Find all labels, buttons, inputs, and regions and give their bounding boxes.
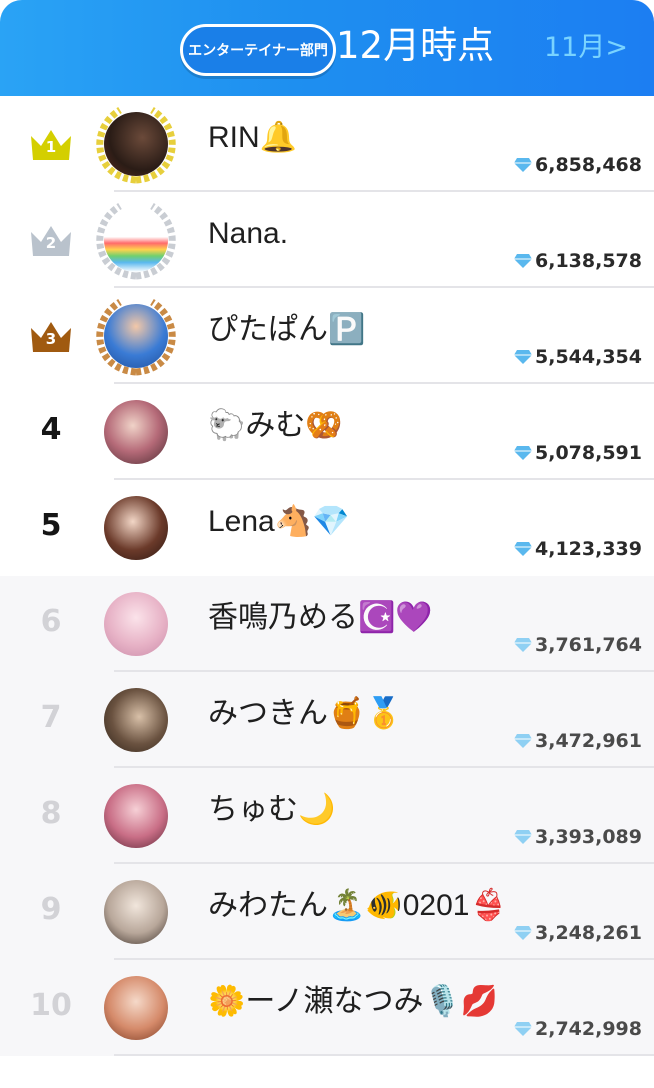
gold-crown-icon: 1 [28, 124, 74, 164]
avatar[interactable] [104, 688, 168, 752]
streamer-name: ちゅむ🌙 [208, 793, 336, 826]
avatar[interactable] [104, 400, 168, 464]
avatar[interactable] [104, 784, 168, 848]
score: 6,138,578 [513, 248, 642, 274]
diamond-icon [514, 158, 533, 172]
score-value: 4,123,339 [535, 538, 642, 560]
diamond-icon [514, 446, 533, 460]
avatar[interactable] [104, 208, 168, 272]
score: 4,123,339 [513, 536, 642, 562]
score: 3,472,961 [513, 728, 642, 754]
streamer-name: ぴたぱん🅿️ [208, 313, 366, 346]
streamer-name: みわたん🏝️🐠0201👙 [208, 889, 507, 922]
rank-number: 1 [45, 138, 57, 156]
streamer-name: Lena🐴💎 [208, 505, 350, 538]
score-value: 3,472,961 [535, 730, 642, 752]
bronze-crown-icon: 3 [28, 316, 74, 356]
ranking-row[interactable]: 10 🌼ーノ瀬なつみ🎙️💋 2,742,998 [0, 960, 654, 1056]
score-value: 5,078,591 [535, 442, 642, 464]
diamond-icon [514, 542, 533, 556]
diamond-icon [514, 350, 533, 364]
score: 5,078,591 [513, 440, 642, 466]
rank-number: 2 [45, 234, 57, 252]
rank-number: 4 [40, 412, 62, 447]
score-value: 6,858,468 [535, 154, 642, 176]
ranking-card: エンターテイナー部門 12月時点 11月> 1 RIN🔔 6,858,468 2… [0, 0, 654, 1088]
streamer-name: 🌼ーノ瀬なつみ🎙️💋 [208, 985, 499, 1018]
ranking-row[interactable]: 8 ちゅむ🌙 3,393,089 [0, 768, 654, 864]
prev-month-link[interactable]: 11月> [544, 28, 628, 68]
score-value: 6,138,578 [535, 250, 642, 272]
ranking-row[interactable]: 4 🐑みむ🥨 5,078,591 [0, 384, 654, 480]
rank-number: 5 [40, 508, 62, 543]
rank-number: 10 [30, 988, 72, 1023]
period-title: 12月時点 [336, 24, 495, 67]
divider [114, 1054, 654, 1056]
score: 6,858,468 [513, 152, 642, 178]
streamer-name: 🐑みむ🥨 [208, 409, 343, 442]
ranking-row[interactable]: 2 Nana. 6,138,578 [0, 192, 654, 288]
avatar[interactable] [104, 304, 168, 368]
streamer-name: 香鳴乃める☪️💜 [208, 601, 433, 634]
diamond-icon [514, 1022, 533, 1036]
rank-number: 7 [40, 700, 62, 735]
score-value: 5,544,354 [535, 346, 642, 368]
ranking-header: エンターテイナー部門 12月時点 11月> [0, 0, 654, 96]
silver-crown-icon: 2 [28, 220, 74, 260]
score: 3,761,764 [513, 632, 642, 658]
diamond-icon [514, 734, 533, 748]
avatar[interactable] [104, 112, 168, 176]
avatar[interactable] [104, 496, 168, 560]
avatar[interactable] [104, 592, 168, 656]
score-value: 3,248,261 [535, 922, 642, 944]
ranking-row[interactable]: 7 みつきん🍯🥇 3,472,961 [0, 672, 654, 768]
ranking-row[interactable]: 3 ぴたぱん🅿️ 5,544,354 [0, 288, 654, 384]
score: 2,742,998 [513, 1016, 642, 1042]
ranking-row[interactable]: 1 RIN🔔 6,858,468 [0, 96, 654, 192]
diamond-icon [514, 254, 533, 268]
ranking-row[interactable]: 5 Lena🐴💎 4,123,339 [0, 480, 654, 576]
streamer-name: RIN🔔 [208, 121, 298, 154]
streamer-name: みつきん🍯🥇 [208, 697, 403, 730]
rank-number: 9 [40, 892, 62, 927]
ranking-row[interactable]: 6 香鳴乃める☪️💜 3,761,764 [0, 576, 654, 672]
score-value: 2,742,998 [535, 1018, 642, 1040]
diamond-icon [514, 830, 533, 844]
score: 3,248,261 [513, 920, 642, 946]
avatar[interactable] [104, 976, 168, 1040]
ranking-list: 1 RIN🔔 6,858,468 2 Nana. 6,138,578 3 ぴたぱ… [0, 96, 654, 1056]
streamer-name: Nana. [208, 217, 289, 250]
score-value: 3,393,089 [535, 826, 642, 848]
diamond-icon [514, 926, 533, 940]
score: 5,544,354 [513, 344, 642, 370]
rank-number: 6 [40, 604, 62, 639]
score: 3,393,089 [513, 824, 642, 850]
rank-number: 3 [45, 330, 57, 348]
score-value: 3,761,764 [535, 634, 642, 656]
ranking-row[interactable]: 9 みわたん🏝️🐠0201👙 3,248,261 [0, 864, 654, 960]
diamond-icon [514, 638, 533, 652]
avatar[interactable] [104, 880, 168, 944]
category-badge[interactable]: エンターテイナー部門 [180, 24, 336, 76]
rank-number: 8 [40, 796, 62, 831]
